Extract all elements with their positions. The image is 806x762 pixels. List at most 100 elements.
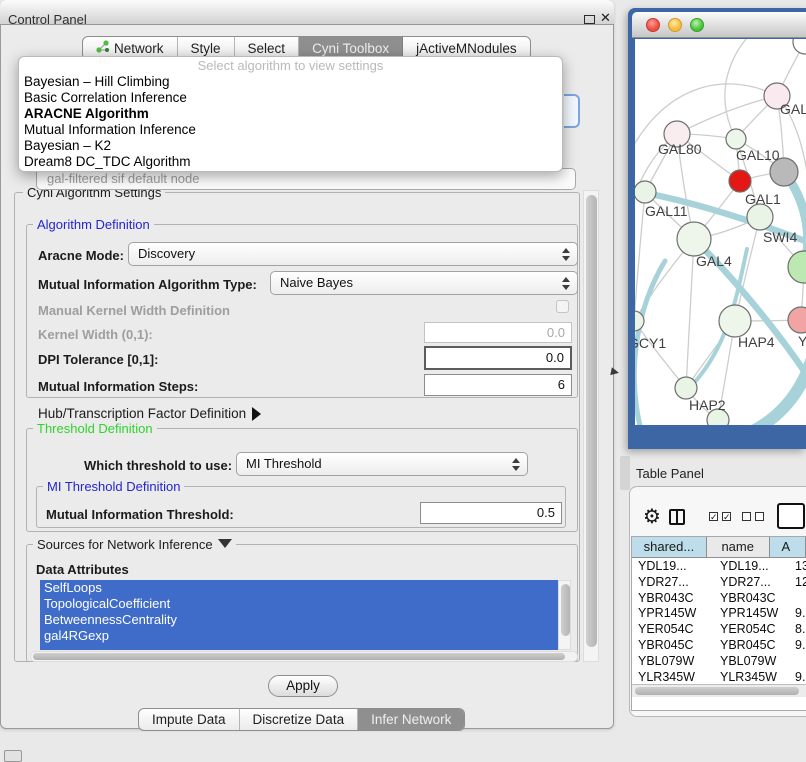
table-row[interactable]: YER054C YER054C 8.: [632, 621, 806, 637]
table-cell: YBR045C: [720, 638, 776, 652]
node-label: GAL: [780, 101, 806, 117]
table-cell: 9.: [795, 638, 805, 652]
table-cell: 9.: [795, 670, 805, 684]
algorithm-option[interactable]: Mutual Information Inference: [19, 122, 562, 138]
node-partial-top: [793, 39, 806, 54]
kernel-width-label: Kernel Width (0,1):: [38, 327, 153, 342]
tab-discretize-data[interactable]: Discretize Data: [240, 709, 359, 730]
data-attribute-item[interactable]: BetweennessCentrality: [40, 612, 558, 628]
algorithm-option[interactable]: Basic Correlation Inference: [19, 90, 562, 106]
mi-steps-field[interactable]: 6: [424, 374, 572, 396]
mac-minimize-icon[interactable]: [668, 18, 682, 32]
node-right-green: [788, 251, 806, 283]
table-hscrollbar[interactable]: [632, 684, 806, 697]
algorithm-option[interactable]: Bayesian – Hill Climbing: [19, 74, 562, 90]
data-attribute-item[interactable]: gal4RGexp: [40, 628, 558, 644]
aracne-mode-combobox[interactable]: Discovery: [128, 242, 578, 266]
table-rows: YDL19...YDL19...13YDR27...YDR27...12YBR0…: [632, 558, 806, 684]
table-cell: 8.: [795, 622, 805, 636]
collapse-down-icon: [218, 539, 232, 548]
mi-threshold-label: Mutual Information Threshold:: [46, 507, 234, 522]
algorithm-option[interactable]: Bayesian – K2: [19, 138, 562, 154]
mi-type-combobox[interactable]: Naive Bayes: [270, 271, 578, 295]
mac-close-icon[interactable]: [646, 18, 660, 32]
node-label: GAL80: [658, 141, 702, 157]
data-attribute-item[interactable]: SelfLoops: [40, 580, 558, 596]
algorithm-prompt: Select algorithm to view settings: [19, 58, 562, 74]
table-row[interactable]: YBR043CYBR043C: [632, 590, 806, 606]
checked-checkbox-icon[interactable]: ✓: [722, 512, 731, 521]
settings-gear-icon[interactable]: ⚙: [643, 504, 661, 528]
column-header-partial[interactable]: A: [770, 537, 806, 558]
close-icon[interactable]: ✕: [600, 10, 611, 26]
column-header-shared[interactable]: shared...: [632, 537, 707, 558]
table-row[interactable]: YBR045CYBR045C9.: [632, 637, 806, 653]
hub-tf-expander[interactable]: Hub/Transcription Factor Definition: [38, 406, 261, 421]
table-row[interactable]: YBL079W YBL079W: [632, 653, 806, 669]
table-row[interactable]: YPR145WYPR145W9.: [632, 605, 806, 621]
table-panel-title: Table Panel: [636, 466, 704, 481]
table-row[interactable]: YLR345W YLR345W 9.: [632, 669, 806, 684]
node-label: Y: [798, 333, 806, 349]
algorithm-option[interactable]: Dream8 DC_TDC Algorithm: [19, 154, 562, 170]
data-attribute-item[interactable]: TopologicalCoefficient: [40, 596, 558, 612]
mac-zoom-icon[interactable]: [690, 18, 704, 32]
table-cell: YLR345W: [638, 670, 695, 684]
table-row[interactable]: YDR27...YDR27...12: [632, 574, 806, 590]
table-row[interactable]: YDL19...YDL19...13: [632, 558, 806, 574]
table-cell: YPR145W: [720, 606, 778, 620]
data-attribute-item-partial[interactable]: [40, 644, 558, 650]
settings-scrollbar[interactable]: [583, 190, 599, 662]
network-canvas[interactable]: GAL GAL80 GAL10 GAL1 GAL11 SWI4 GAL4 GCY…: [635, 39, 806, 425]
collapsed-panel-button[interactable]: [4, 750, 22, 762]
combo-stepper-icon: [561, 277, 570, 290]
dpi-tolerance-field[interactable]: 0.0: [424, 346, 572, 370]
apply-button[interactable]: Apply: [268, 675, 338, 697]
algorithm-option[interactable]: ARACNE Algorithm: [19, 106, 562, 122]
table-cell: YDR27...: [720, 575, 771, 589]
table-cell: YER054C: [638, 622, 694, 636]
tab-infer-network[interactable]: Infer Network: [358, 709, 464, 730]
manual-kernel-checkbox[interactable]: [556, 300, 569, 313]
node-hap2: [675, 377, 697, 399]
node-label: HAP4: [738, 334, 775, 350]
node-red: [729, 170, 751, 192]
table-cell: 9.: [795, 606, 805, 620]
node-label: GAL11: [645, 203, 688, 219]
node-label: GAL10: [736, 147, 780, 163]
attributes-scrollbar[interactable]: [558, 580, 571, 650]
column-header-name[interactable]: name: [707, 537, 770, 558]
node-label: GAL1: [745, 191, 781, 207]
checked-checkbox-icon[interactable]: ✓: [709, 512, 718, 521]
network-window-titlebar[interactable]: [632, 12, 806, 38]
split-panel-icon[interactable]: [669, 509, 685, 525]
document-icon[interactable]: [777, 503, 805, 529]
control-panel-titlebar[interactable]: [0, 0, 614, 25]
unchecked-checkbox-icon[interactable]: [755, 512, 764, 521]
table-cell: YLR345W: [720, 670, 777, 684]
which-threshold-combobox[interactable]: MI Threshold: [236, 452, 528, 476]
table-cell: YDL19...: [638, 559, 687, 573]
sources-title[interactable]: Sources for Network Inference: [33, 537, 236, 552]
algorithm-dropdown-list: Select algorithm to view settings Bayesi…: [18, 56, 563, 172]
obscured-focused-combobox: [564, 94, 580, 128]
table-cell: YBL079W: [720, 654, 776, 668]
mi-threshold-field[interactable]: 0.5: [420, 502, 562, 524]
node-label: GAL4: [696, 253, 732, 269]
table-cell: YBL079W: [638, 654, 694, 668]
network-icon: [96, 40, 109, 56]
data-attributes-list: SelfLoopsTopologicalCoefficientBetweenne…: [40, 580, 558, 650]
table-cell: YER054C: [720, 622, 776, 636]
tab-impute-data[interactable]: Impute Data: [139, 709, 240, 730]
table-cell: YBR043C: [720, 591, 776, 605]
expand-right-icon: [252, 407, 261, 421]
attributes-hscrollbar[interactable]: [30, 651, 578, 662]
node-label: SWI4: [763, 229, 797, 245]
splitter-handle[interactable]: [620, 456, 630, 490]
unchecked-checkbox-icon[interactable]: [742, 512, 751, 521]
mouse-cursor: [610, 367, 619, 376]
bottom-tabbar: Impute Data Discretize Data Infer Networ…: [138, 708, 465, 731]
float-window-icon[interactable]: [584, 15, 595, 24]
data-attributes-label: Data Attributes: [36, 562, 129, 577]
node-gal1: [747, 204, 773, 230]
